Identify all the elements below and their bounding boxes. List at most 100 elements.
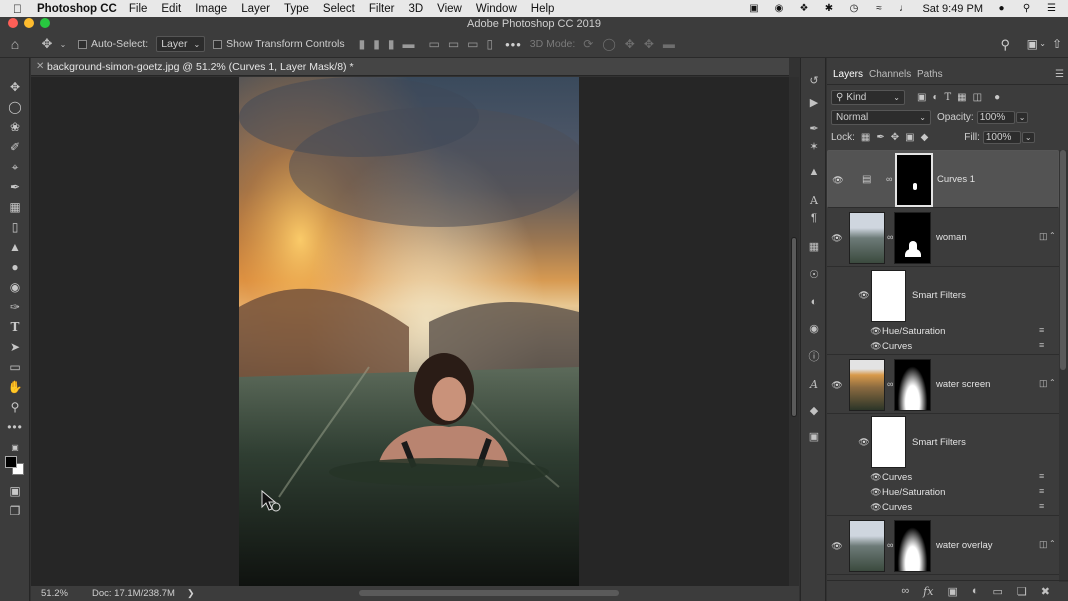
align-horizontal-centers-icon[interactable]: ▮ bbox=[373, 37, 380, 51]
link-icon[interactable]: ∞ bbox=[887, 379, 893, 389]
tab-paths[interactable]: Paths bbox=[917, 65, 943, 85]
swatches-grid-icon[interactable]: ▦ bbox=[805, 238, 823, 254]
filter-options-icon[interactable]: ≡ bbox=[1039, 486, 1044, 496]
spotlight-search-icon[interactable]: ⚲ bbox=[1020, 3, 1033, 14]
panel-menu-icon[interactable]: ☰ bbox=[1055, 65, 1064, 85]
lock-image-pixels-icon[interactable]: ✒ bbox=[876, 132, 884, 143]
rectangle-tool-icon[interactable]: ▭ bbox=[5, 358, 25, 376]
menu-3d[interactable]: 3D bbox=[408, 3, 423, 15]
quick-mask-icon[interactable]: ▣ bbox=[5, 482, 25, 500]
eye-icon[interactable]: 👁 bbox=[831, 233, 843, 244]
apple-icon[interactable]:  bbox=[13, 2, 27, 16]
volume-icon[interactable]: ♩ bbox=[897, 3, 910, 14]
filter-type-icon[interactable]: T bbox=[945, 92, 952, 103]
libraries-icon[interactable]: ◉ bbox=[805, 320, 823, 336]
menu-view[interactable]: View bbox=[437, 3, 462, 15]
filter-name[interactable]: Curves bbox=[882, 502, 912, 513]
eye-icon[interactable]: 👁 bbox=[870, 472, 882, 483]
3d-slide-icon[interactable]: ✥ bbox=[644, 37, 654, 51]
tool-preset-dropdown[interactable]: ⌄ bbox=[58, 40, 68, 49]
filter-name[interactable]: Curves bbox=[882, 341, 912, 352]
canvas-horizontal-scrollbar[interactable] bbox=[359, 590, 619, 596]
menu-edit[interactable]: Edit bbox=[161, 3, 181, 15]
align-right-edges-icon[interactable]: ▮ bbox=[388, 37, 395, 51]
eyedropper-tool-icon[interactable]: ✒ bbox=[5, 178, 25, 196]
eye-icon[interactable]: 👁 bbox=[870, 487, 882, 498]
workspace-icon[interactable]: ▣ bbox=[1027, 37, 1038, 51]
clone-stamp-tool-icon[interactable]: ▲ bbox=[5, 238, 25, 256]
crop-tool-icon[interactable]: ⌖ bbox=[5, 158, 25, 176]
menu-type[interactable]: Type bbox=[284, 3, 309, 15]
time-machine-icon[interactable]: ◷ bbox=[847, 3, 860, 14]
fx-icon[interactable]: fx bbox=[923, 585, 933, 598]
paint-bucket-tool-icon[interactable]: ● bbox=[5, 258, 25, 276]
marquee-tool-icon[interactable]: ◯ bbox=[5, 98, 25, 116]
layer-row[interactable]: 👁 ∞ water screen ◫ ⌃ bbox=[827, 356, 1059, 414]
character-icon[interactable]: A bbox=[805, 192, 823, 208]
link-icon[interactable]: ∞ bbox=[887, 232, 893, 242]
align-top-edges-icon[interactable]: ▭ bbox=[428, 37, 439, 51]
screen-mode-icon[interactable]: ❐ bbox=[5, 502, 25, 520]
filter-name[interactable]: Hue/Saturation bbox=[882, 326, 945, 337]
type-tool-icon[interactable]: T bbox=[5, 318, 25, 336]
more-options-icon[interactable]: ••• bbox=[505, 37, 522, 52]
filter-adjustment-icon[interactable]: ◐ bbox=[932, 92, 938, 103]
pen-tool-icon[interactable]: ✑ bbox=[5, 298, 25, 316]
hand-tool-icon[interactable]: ✋ bbox=[5, 378, 25, 396]
filter-name[interactable]: Curves bbox=[882, 472, 912, 483]
clone-source-icon[interactable]: ▲ bbox=[805, 164, 823, 180]
menu-help[interactable]: Help bbox=[531, 3, 555, 15]
auto-select-checkbox[interactable]: Auto-Select: bbox=[78, 38, 148, 50]
brush-settings-icon[interactable]: ✒ bbox=[805, 120, 823, 136]
canvas-area[interactable] bbox=[31, 77, 789, 586]
quick-selection-tool-icon[interactable]: ✐ bbox=[5, 138, 25, 156]
auto-select-target-dropdown[interactable]: Layer ⌄ bbox=[156, 36, 206, 52]
filter-row[interactable]: 👁 Hue/Saturation ≡ bbox=[827, 324, 1059, 339]
menu-layer[interactable]: Layer bbox=[241, 3, 270, 15]
creative-cloud-icon[interactable]: ◉ bbox=[772, 3, 785, 14]
lock-all-icon[interactable]: ◆ bbox=[921, 132, 929, 143]
lasso-tool-icon[interactable]: ❀ bbox=[5, 118, 25, 136]
tab-layers[interactable]: Layers bbox=[833, 65, 863, 85]
filter-shape-icon[interactable]: ▦ bbox=[957, 92, 966, 103]
show-transform-controls-checkbox[interactable]: Show Transform Controls bbox=[213, 38, 345, 50]
new-group-folder-icon[interactable]: ▭ bbox=[993, 585, 1003, 598]
workspace-dropdown-icon[interactable]: ⌄ bbox=[1039, 39, 1046, 48]
new-layer-icon[interactable]: ❏ bbox=[1017, 585, 1027, 598]
default-colors-icon[interactable]: ▣ bbox=[5, 438, 25, 456]
auto-select-checkbox-box[interactable] bbox=[78, 39, 87, 49]
layers-scrollbar[interactable] bbox=[1059, 150, 1068, 582]
distribute-vertical-icon[interactable]: ▯ bbox=[487, 37, 494, 51]
filter-options-icon[interactable]: ≡ bbox=[1039, 471, 1044, 481]
eye-icon[interactable]: 👁 bbox=[858, 437, 870, 448]
status-menu-arrow-icon[interactable]: ❯ bbox=[187, 586, 195, 601]
eye-icon[interactable]: 👁 bbox=[870, 341, 882, 352]
collapse-chevron-icon[interactable]: ⌃ bbox=[1049, 539, 1056, 548]
link-layers-icon[interactable]: ∞ bbox=[901, 585, 909, 597]
eye-icon[interactable]: 👁 bbox=[832, 175, 844, 186]
menu-window[interactable]: Window bbox=[476, 3, 517, 15]
tab-channels[interactable]: Channels bbox=[869, 65, 911, 85]
align-left-edges-icon[interactable]: ▮ bbox=[359, 37, 366, 51]
eye-icon[interactable]: 👁 bbox=[870, 326, 882, 337]
link-icon[interactable]: ∞ bbox=[886, 174, 892, 184]
layer-row[interactable]: 👁 ∞ woman ◫ ⌃ bbox=[827, 209, 1059, 267]
screen-record-icon[interactable]: ▣ bbox=[747, 3, 760, 14]
document-image[interactable] bbox=[239, 77, 579, 586]
layer-name[interactable]: Curves 1 bbox=[937, 174, 975, 185]
layer-mask-thumbnail[interactable] bbox=[894, 359, 931, 411]
document-tab[interactable]: ✕ background-simon-goetz.jpg @ 51.2% (Cu… bbox=[31, 58, 789, 76]
layer-mask-thumbnail[interactable] bbox=[894, 212, 931, 264]
doc-size-info[interactable]: Doc: 17.1M/238.7M bbox=[92, 586, 175, 601]
filter-options-icon[interactable]: ≡ bbox=[1039, 325, 1044, 335]
smart-filter-mask-thumbnail[interactable] bbox=[871, 270, 906, 322]
blend-mode-dropdown[interactable]: Normal ⌄ bbox=[831, 110, 931, 125]
3d-panel-icon[interactable]: ◆ bbox=[805, 402, 823, 418]
layer-row[interactable]: 👁 ∞ water overlay ◫ ⌃ bbox=[827, 517, 1059, 575]
collapse-chevron-icon[interactable]: ⌃ bbox=[1049, 231, 1056, 240]
smart-filters-label[interactable]: Smart Filters bbox=[912, 437, 966, 448]
path-selection-tool-icon[interactable]: ➤ bbox=[5, 338, 25, 356]
filter-toggle-icon[interactable]: ● bbox=[994, 92, 1000, 103]
smart-filter-mask-thumbnail[interactable] bbox=[871, 416, 906, 468]
eye-icon[interactable]: 👁 bbox=[831, 380, 843, 391]
